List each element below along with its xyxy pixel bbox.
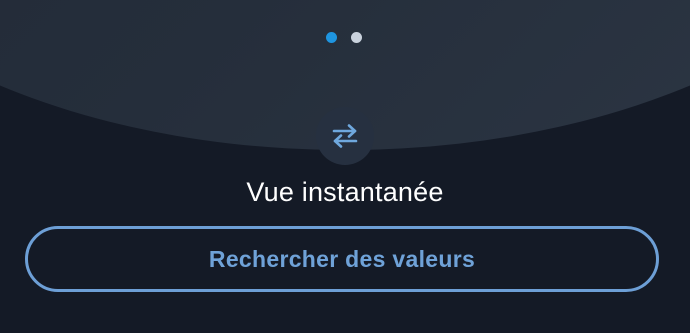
swap-arrows-icon	[332, 124, 358, 148]
page-dot-1-active[interactable]	[326, 32, 337, 43]
search-values-button[interactable]: Rechercher des valeurs	[25, 226, 659, 292]
onboarding-screen: Vue instantanée Rechercher des valeurs	[0, 0, 690, 333]
feature-icon-circle	[316, 107, 374, 165]
search-values-button-label: Rechercher des valeurs	[208, 245, 476, 272]
feature-title: Vue instantanée	[246, 177, 444, 207]
page-dot-2[interactable]	[351, 32, 362, 43]
page-indicator	[326, 32, 362, 43]
